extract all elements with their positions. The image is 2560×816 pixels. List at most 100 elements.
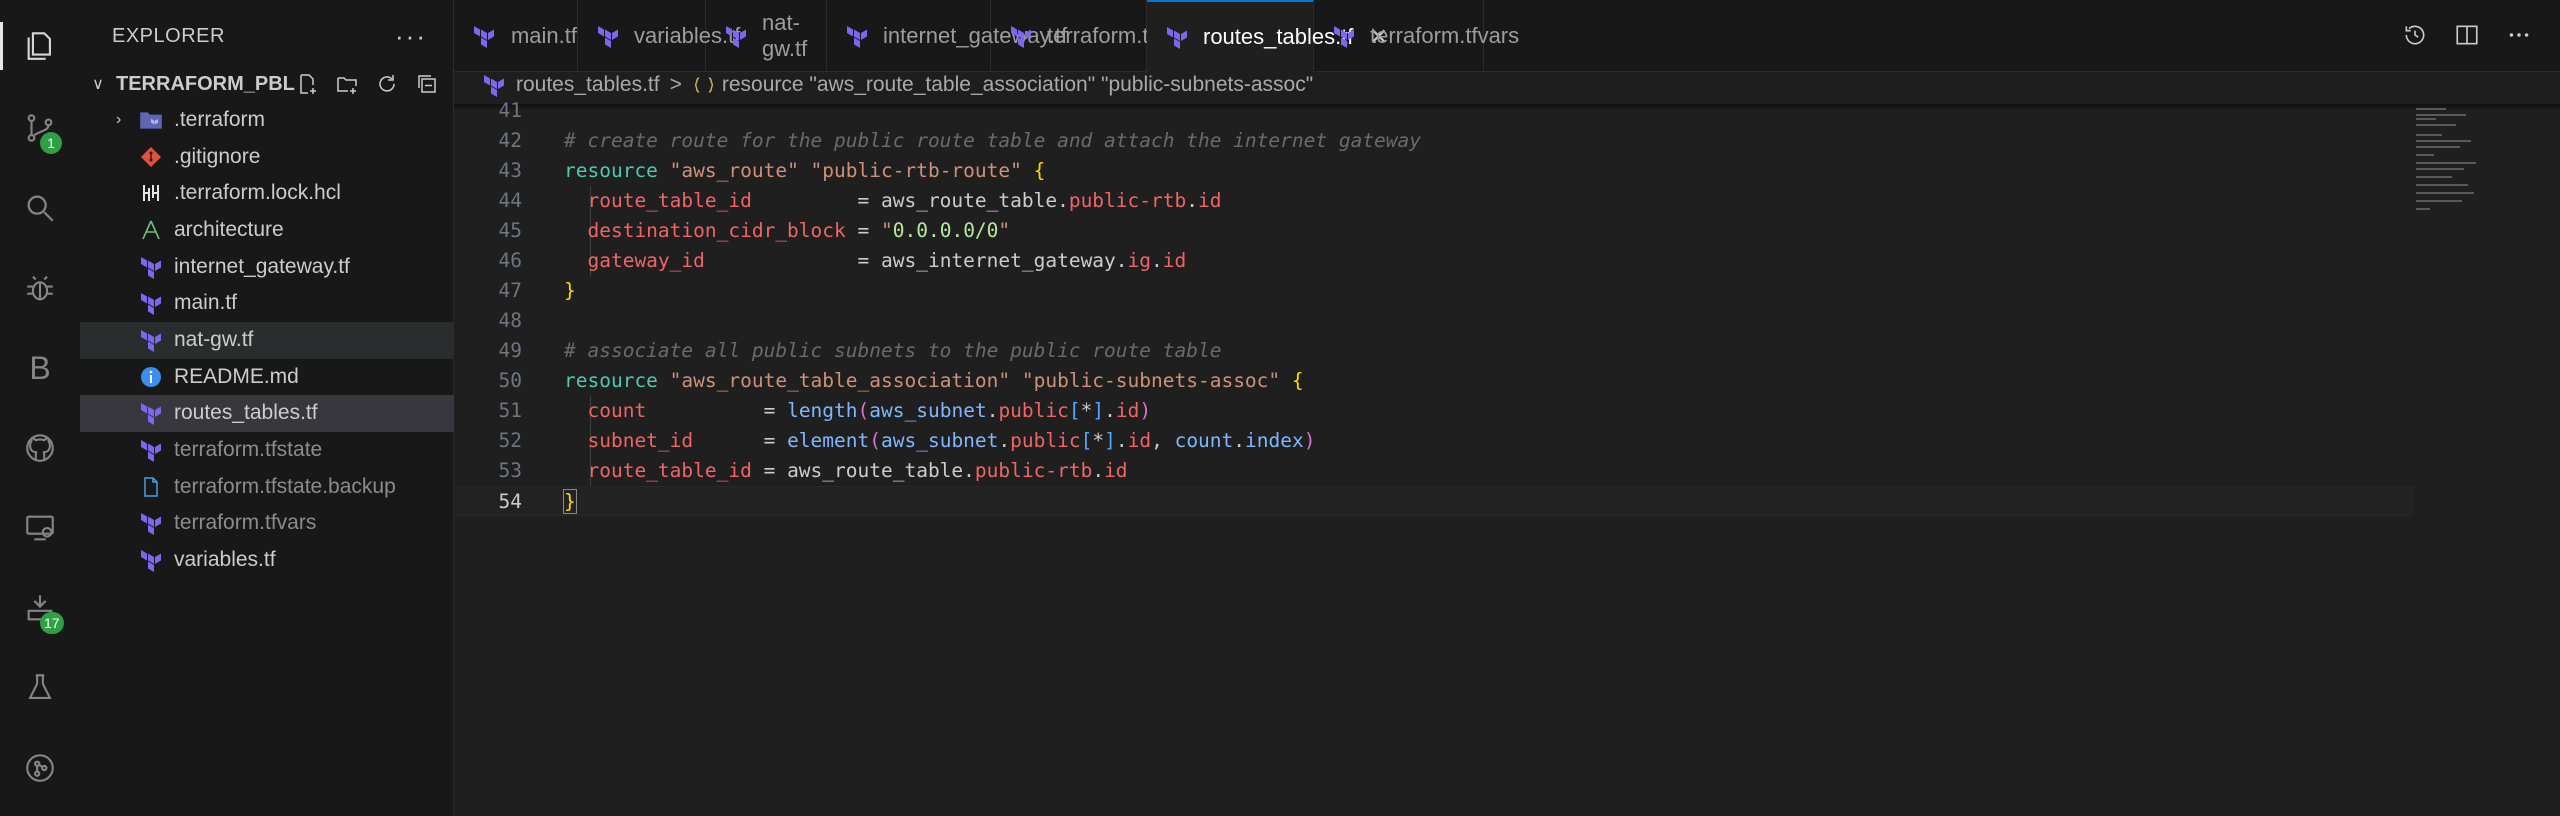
tab-internet-gateway-tf[interactable]: internet_gateway.tf [827, 0, 1067, 72]
code-token: } [563, 489, 577, 514]
file-item[interactable]: terraform.tfstate.backup [80, 469, 454, 506]
file-name: routes_tables.tf [174, 401, 318, 425]
code-token: = aws_internet_gateway. [704, 249, 1128, 272]
code-line[interactable]: 49 # associate all public subnets to the … [454, 336, 2414, 366]
code-line[interactable]: 44 route_table_id = aws_route_table.publ… [454, 186, 2414, 216]
terraform-icon [482, 73, 506, 97]
code-token: [ [1080, 429, 1093, 452]
b-extension-icon[interactable]: B [0, 336, 80, 400]
file-item[interactable]: .gitignore [80, 139, 454, 176]
code-token: " [998, 219, 1011, 242]
extensions-badge: 17 [40, 612, 64, 634]
file-name: .terraform.lock.hcl [174, 181, 341, 205]
symbol-icon [692, 73, 716, 97]
code-line[interactable]: 46 gateway_id = aws_internet_gateway.ig.… [454, 246, 2414, 276]
code-token: resource [564, 369, 670, 392]
code-line[interactable]: 50 resource "aws_route_table_association"… [454, 366, 2414, 396]
tab-main-tf[interactable]: main.tf [454, 0, 578, 72]
code-token: ) [1139, 399, 1152, 422]
file-item[interactable]: architecture [80, 212, 454, 249]
tab-variables-tf[interactable]: variables.tf [578, 0, 740, 72]
file-name: terraform.tfvars [174, 511, 317, 535]
code-line[interactable]: 48 [454, 306, 2414, 336]
breadcrumb-file[interactable]: routes_tables.tf [516, 73, 660, 97]
collapse-all-icon[interactable] [412, 70, 442, 98]
terraform-icon [1332, 22, 1356, 50]
code-line[interactable]: 42 # create route for the public route ta… [454, 126, 2414, 156]
breadcrumb-symbol[interactable]: resource "aws_route_table_association" "… [722, 73, 1313, 97]
explorer-title: EXPLORER [112, 24, 225, 47]
code-line[interactable]: 47} [454, 276, 2414, 306]
run-debug-icon[interactable] [0, 256, 80, 320]
terraform-icon [472, 22, 497, 50]
new-file-icon[interactable] [292, 70, 322, 98]
file-item[interactable]: internet_gateway.tf [80, 249, 454, 286]
code-token: " [881, 219, 893, 242]
file-item[interactable]: variables.tf [80, 542, 454, 579]
github-icon[interactable] [0, 416, 80, 480]
code-line[interactable]: 51 count = length(aws_subnet.public[*].i… [454, 396, 2414, 426]
code-text: route_table_id = aws_route_table.public-… [564, 456, 1128, 486]
explorer-icon[interactable] [0, 14, 80, 78]
code-text: resource "aws_route_table_association" "… [564, 366, 1304, 396]
line-number: 43 [498, 159, 522, 182]
tab-terraform-tfstate[interactable]: terraform.tfstate [991, 0, 1202, 72]
terraform-icon [138, 254, 164, 280]
more-actions-icon[interactable]: ··· [395, 21, 427, 52]
tab-routes-tables-tf[interactable]: routes_tables.tf ✕ [1147, 0, 1388, 72]
file-item[interactable]: terraform.tfvars [80, 505, 454, 542]
code-token: . [1092, 459, 1105, 482]
file-name: terraform.tfstate.backup [174, 475, 396, 499]
code-line[interactable]: 54} [454, 486, 2414, 516]
code-text: route_table_id = aws_route_table.public-… [564, 186, 1221, 216]
timeline-icon[interactable] [2400, 20, 2430, 50]
line-number: 51 [498, 399, 522, 422]
explorer-header: EXPLORER ··· [80, 0, 453, 72]
code-text: count = length(aws_subnet.public[*].id) [564, 396, 1151, 426]
workspace-root[interactable]: ∨ TERRAFORM_PBL [80, 66, 454, 102]
code-token: subnet_id [564, 429, 694, 452]
code-line[interactable]: 43 resource "aws_route" "public-rtb-route… [454, 156, 2414, 186]
code-editor[interactable]: 41 42 # create route for the public route … [454, 99, 2560, 816]
file-item[interactable]: terraform.tfstate [80, 432, 454, 469]
line-number: 49 [498, 339, 522, 362]
code-line[interactable]: 41 [454, 96, 2414, 126]
extensions-icon[interactable]: 17 [0, 576, 80, 640]
search-icon[interactable] [0, 176, 80, 240]
file-name: README.md [174, 365, 299, 389]
terraform-icon [724, 22, 748, 50]
code-token: . [998, 429, 1011, 452]
tab-terraform-tfvars[interactable]: terraform.tfvars [1314, 0, 1519, 72]
tab-nat-gw-tf[interactable]: nat-gw.tf [706, 0, 827, 72]
terraform-icon [845, 22, 869, 50]
file-item[interactable]: nat-gw.tf [80, 322, 454, 359]
file-item[interactable]: .terraform.lock.hcl [80, 175, 454, 212]
refresh-icon[interactable] [372, 70, 402, 98]
code-token: id [1104, 459, 1128, 482]
split-editor-icon[interactable] [2452, 20, 2482, 50]
folder-item[interactable]: › .terraform [80, 102, 454, 139]
code-line[interactable]: 45 destination_cidr_block = "0.0.0.0/0" [454, 216, 2414, 246]
more-actions-icon[interactable] [2504, 20, 2534, 50]
code-line[interactable]: 52 subnet_id = element(aws_subnet.public… [454, 426, 2414, 456]
file-item[interactable]: routes_tables.tf [80, 395, 454, 432]
drawio-icon [138, 217, 164, 243]
new-folder-icon[interactable] [332, 70, 362, 98]
file-item[interactable]: main.tf [80, 285, 454, 322]
source-control-icon[interactable]: 1 [0, 96, 80, 160]
code-token: . [986, 399, 999, 422]
info-icon [138, 364, 164, 390]
b-letter: B [29, 349, 51, 386]
git-graph-icon[interactable] [0, 736, 80, 800]
code-token: length [787, 399, 858, 422]
breadcrumb-separator: > [669, 73, 682, 96]
minimap[interactable] [2416, 104, 2506, 224]
testing-icon[interactable] [0, 656, 80, 720]
remote-explorer-icon[interactable] [0, 496, 80, 560]
file-item[interactable]: README.md [80, 359, 454, 396]
chevron-right-icon: › [116, 111, 122, 129]
code-line[interactable]: 53 route_table_id = aws_route_table.publ… [454, 456, 2414, 486]
explorer-sidebar: EXPLORER ··· ∨ TERRAFORM_PBL › .terraform… [80, 0, 454, 816]
code-token: = [845, 219, 881, 242]
